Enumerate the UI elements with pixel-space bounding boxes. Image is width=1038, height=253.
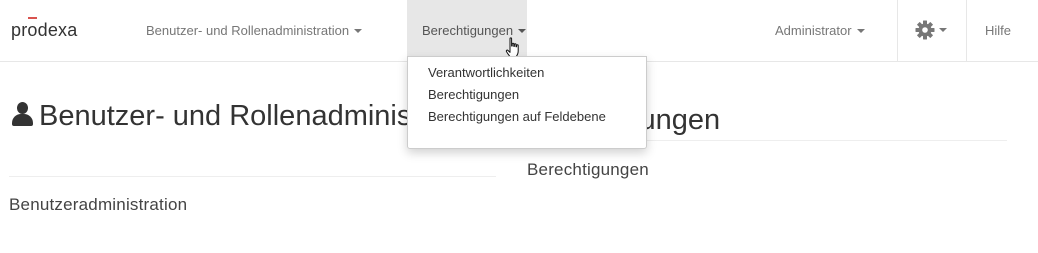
nav-help[interactable]: Hilfe — [968, 0, 1038, 62]
nav-user-role-admin[interactable]: Benutzer- und Rollenadministration — [133, 0, 407, 62]
nav-help-label: Hilfe — [985, 23, 1012, 38]
caret-down-icon — [856, 28, 865, 33]
caret-down-icon — [939, 28, 947, 32]
brand-o: o — [27, 20, 38, 40]
brand-suffix: dexa — [37, 20, 78, 40]
nav-user-role-admin-label: Benutzer- und Rollenadministration — [146, 23, 350, 38]
nav-administrator[interactable]: Administrator — [760, 0, 897, 62]
gear-icon — [915, 20, 935, 43]
link-user-administration[interactable]: Benutzeradministration — [9, 195, 187, 215]
brand-logo[interactable]: prodexa — [11, 20, 77, 41]
caret-down-icon — [354, 28, 363, 33]
brand-prefix: pr — [11, 20, 28, 40]
menu-item-responsibilities[interactable]: Verantwortlichkeiten — [408, 62, 646, 84]
menu-item-permissions[interactable]: Berechtigungen — [408, 84, 646, 106]
menu-item-field-permissions[interactable]: Berechtigungen auf Feldebene — [408, 106, 646, 128]
section-divider — [9, 176, 496, 177]
nav-settings[interactable] — [897, 0, 967, 62]
nav-permissions-label: Berechtigungen — [422, 23, 514, 38]
permissions-dropdown-menu: Verantwortlichkeiten Berechtigungen Bere… — [407, 56, 647, 149]
link-permissions[interactable]: Berechtigungen — [527, 160, 649, 180]
caret-down-icon — [518, 28, 527, 33]
user-icon — [9, 101, 36, 127]
nav-administrator-label: Administrator — [775, 23, 852, 38]
